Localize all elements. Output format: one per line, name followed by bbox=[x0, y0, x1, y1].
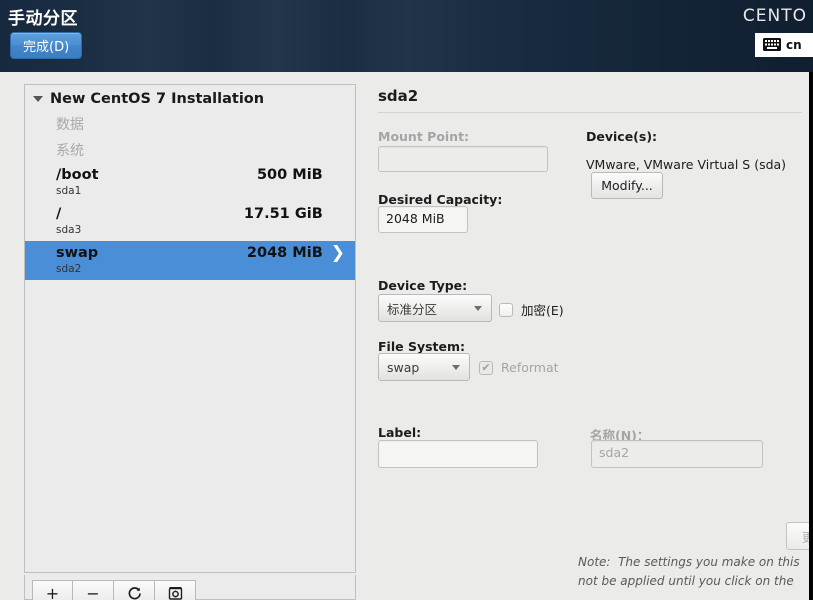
page-title: 手动分区 bbox=[8, 9, 78, 29]
screen-edge-cutoff bbox=[809, 72, 813, 600]
partition-size-label: 500 MiB bbox=[256, 167, 323, 183]
file-system-label: File System: bbox=[378, 339, 466, 354]
storage-config-button[interactable] bbox=[155, 580, 196, 600]
storage-config-icon bbox=[168, 586, 182, 600]
partition-toolbar: + − bbox=[24, 575, 356, 600]
checkbox-checked-icon: ✔ bbox=[479, 360, 493, 375]
mount-point-label: Mount Point: bbox=[378, 129, 470, 144]
chevron-right-icon[interactable]: ❯ bbox=[331, 245, 345, 262]
installer-window: 手动分区 完成(D) CENTO cn New CentOS 7 Install… bbox=[0, 0, 813, 600]
keyboard-icon bbox=[763, 36, 781, 55]
device-type-select[interactable]: 标准分区 bbox=[378, 294, 492, 322]
refresh-button[interactable] bbox=[114, 580, 155, 600]
window-header: 手动分区 完成(D) CENTO bbox=[0, 0, 813, 72]
reformat-checkbox[interactable]: ✔ Reformat bbox=[479, 360, 559, 375]
installation-root-row[interactable]: New CentOS 7 Installation bbox=[25, 85, 355, 111]
partition-tree: New CentOS 7 Installation 数据 系统 /boot sd… bbox=[25, 85, 355, 280]
group-header-data: 数据 bbox=[56, 117, 84, 133]
ime-language-label: cn bbox=[786, 38, 802, 52]
checkbox-box-icon bbox=[499, 302, 513, 317]
file-system-value: swap bbox=[387, 359, 420, 375]
partition-device-label: sda1 bbox=[56, 185, 82, 197]
partition-device-label: sda2 bbox=[56, 263, 82, 275]
devices-value: VMware, VMware Virtual S (sda) bbox=[586, 157, 787, 172]
expander-triangle-icon[interactable] bbox=[33, 96, 43, 102]
group-header-system: 系统 bbox=[56, 143, 84, 159]
partition-mountpoint-label: / bbox=[56, 206, 62, 222]
encrypt-label: 加密(E) bbox=[521, 303, 564, 318]
partition-size-label: 2048 MiB bbox=[246, 245, 323, 261]
partition-row-boot[interactable]: /boot sda1 500 MiB ❯ bbox=[25, 163, 355, 202]
partition-detail-panel: sda2 Mount Point: Desired Capacity: 2048… bbox=[365, 84, 813, 600]
detail-title: sda2 bbox=[378, 87, 419, 105]
label-field-label: Label: bbox=[378, 425, 422, 440]
partition-list-panel[interactable]: New CentOS 7 Installation 数据 系统 /boot sd… bbox=[24, 84, 356, 573]
partition-mountpoint-label: /boot bbox=[56, 167, 99, 183]
product-title: CENTO bbox=[742, 6, 807, 26]
remove-partition-button[interactable]: − bbox=[73, 580, 114, 600]
modify-devices-button[interactable]: Modify... bbox=[591, 172, 663, 199]
encrypt-checkbox[interactable]: 加密(E) bbox=[499, 300, 564, 319]
device-type-label: Device Type: bbox=[378, 278, 468, 293]
partition-row-swap[interactable]: swap sda2 2048 MiB ❯ bbox=[25, 241, 355, 280]
detail-divider bbox=[378, 112, 802, 113]
add-partition-button[interactable]: + bbox=[32, 580, 73, 600]
devices-label: Device(s): bbox=[586, 129, 658, 144]
file-system-select[interactable]: swap bbox=[378, 353, 470, 381]
done-button[interactable]: 完成(D) bbox=[10, 32, 83, 59]
partition-row-root[interactable]: / sda3 17.51 GiB ❯ bbox=[25, 202, 355, 241]
settings-note: Note: The settings you make on this not … bbox=[578, 555, 800, 588]
desired-capacity-label: Desired Capacity: bbox=[378, 192, 503, 207]
device-type-value: 标准分区 bbox=[387, 301, 438, 317]
name-input[interactable]: sda2 bbox=[591, 440, 763, 468]
installation-root-label: New CentOS 7 Installation bbox=[50, 91, 265, 107]
mount-point-input[interactable] bbox=[378, 146, 548, 172]
refresh-icon bbox=[128, 586, 141, 599]
reformat-label: Reformat bbox=[501, 360, 559, 375]
partition-device-label: sda3 bbox=[56, 224, 82, 236]
partition-size-label: 17.51 GiB bbox=[243, 206, 323, 222]
desired-capacity-input[interactable]: 2048 MiB bbox=[378, 206, 468, 233]
input-method-indicator[interactable]: cn bbox=[755, 33, 813, 57]
label-input[interactable] bbox=[378, 440, 538, 468]
chevron-down-icon bbox=[474, 306, 482, 311]
partition-mountpoint-label: swap bbox=[56, 245, 99, 261]
chevron-down-icon bbox=[452, 365, 460, 370]
